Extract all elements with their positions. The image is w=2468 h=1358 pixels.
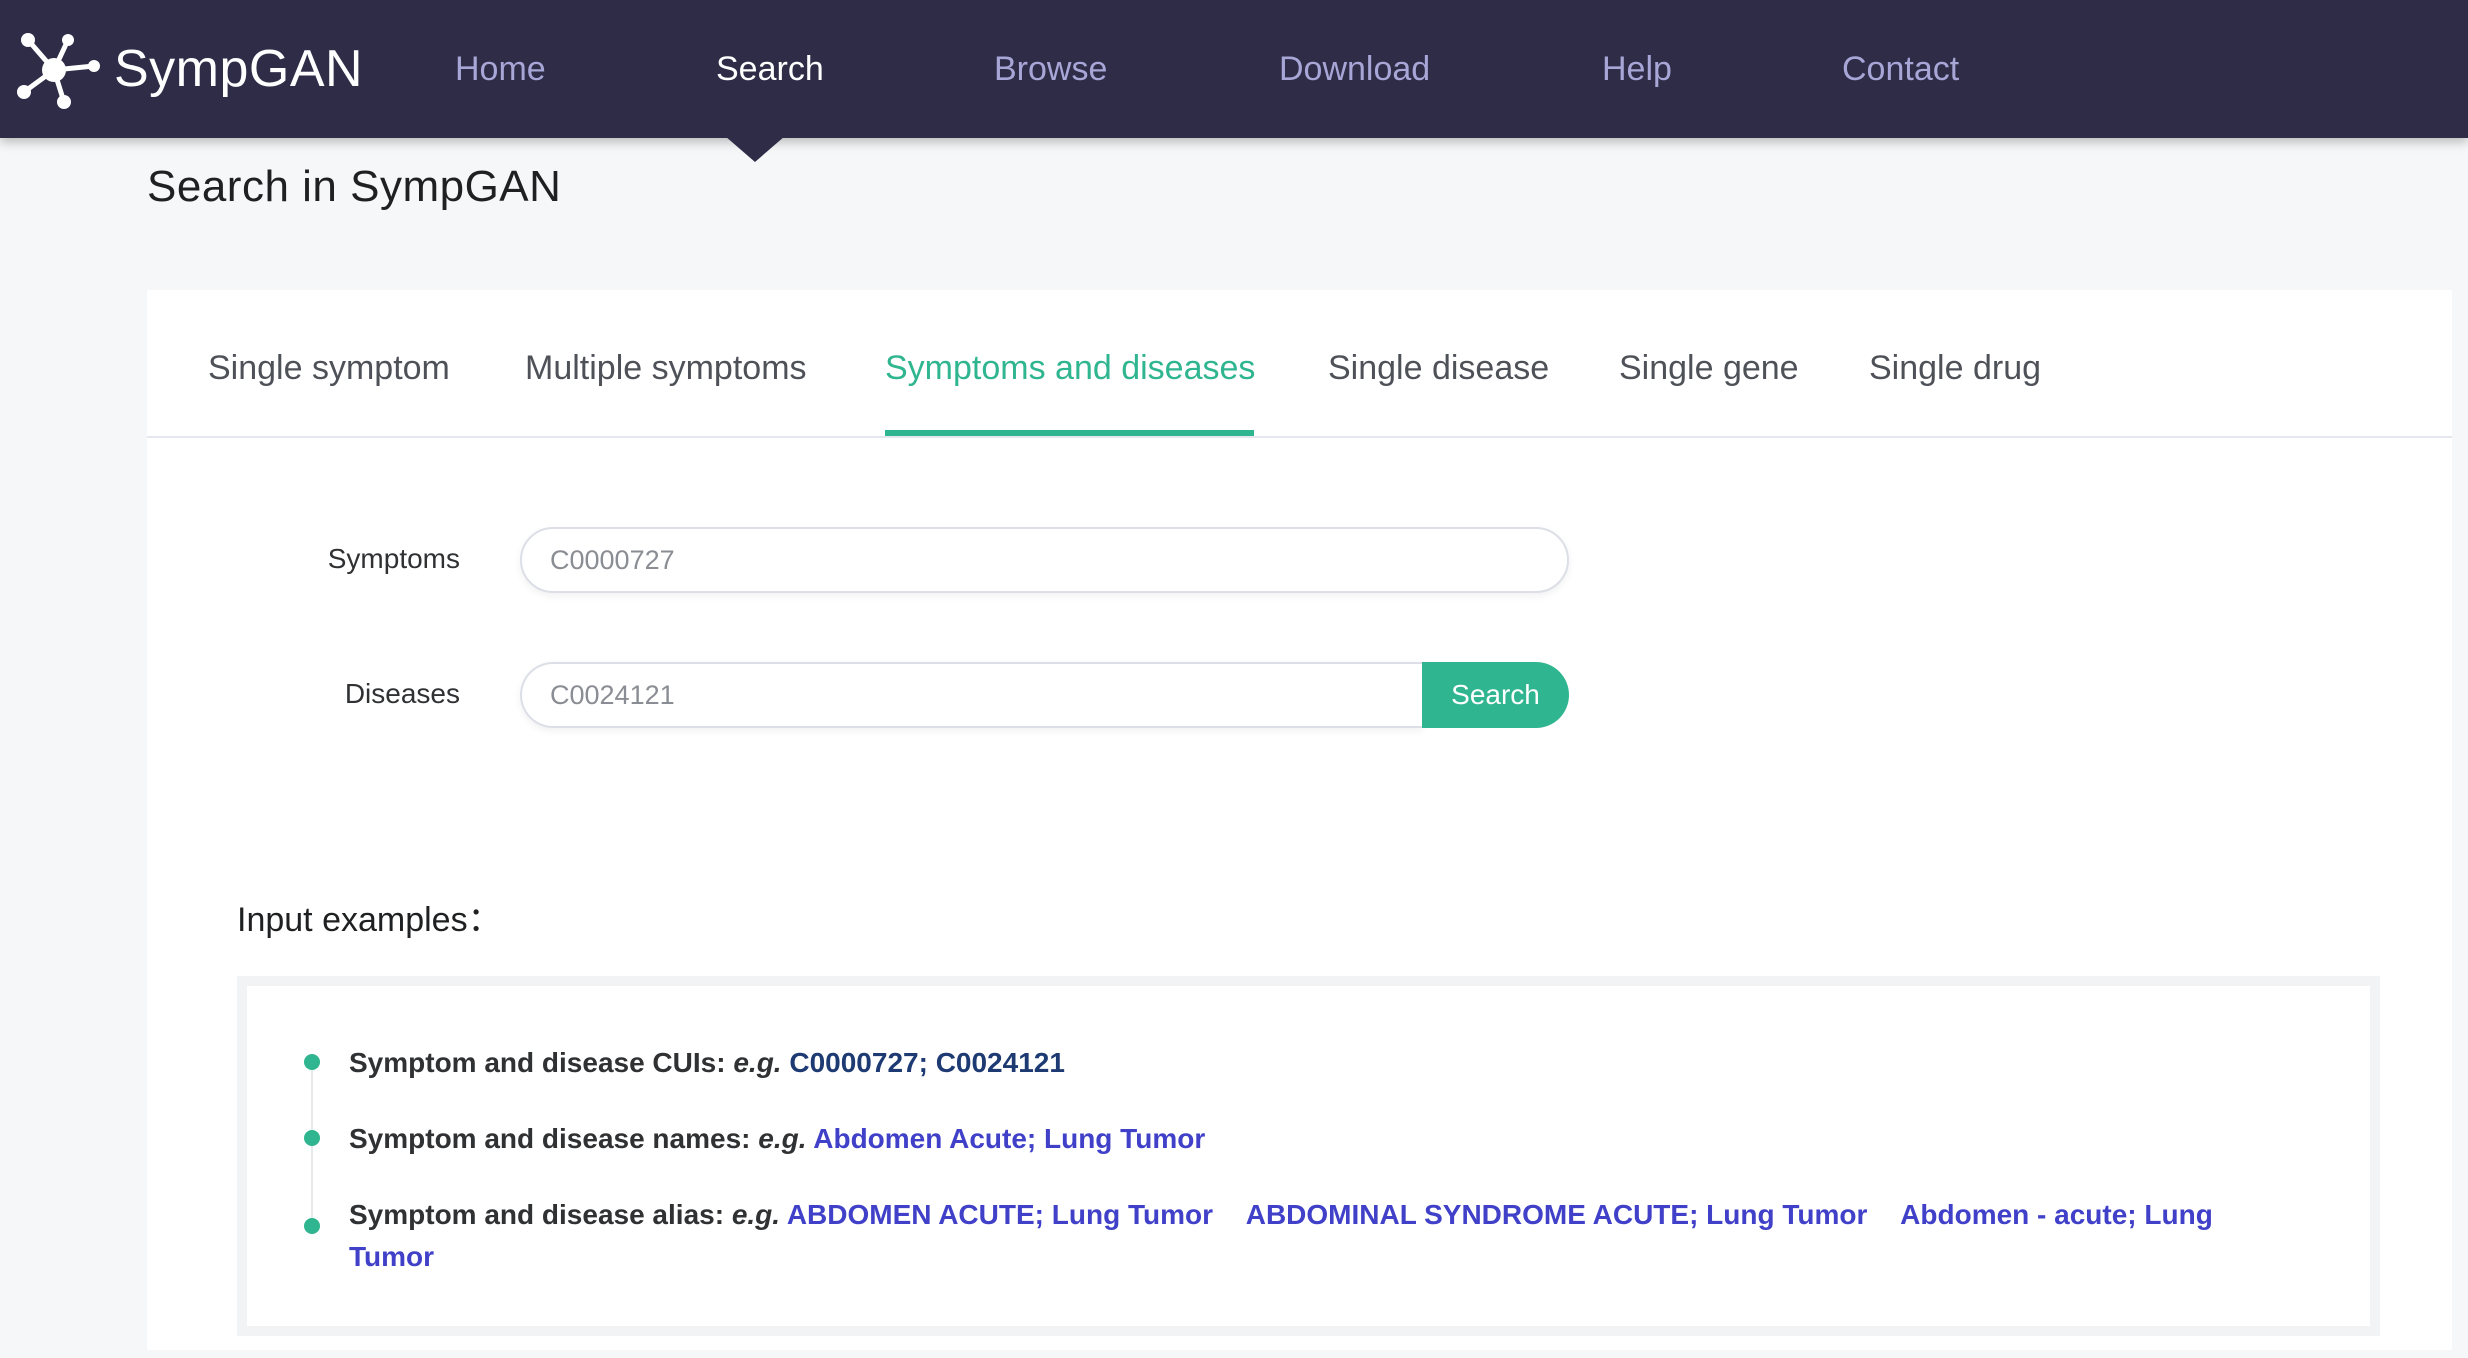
timeline-dot (304, 1130, 320, 1146)
examples-heading: Input examples： (237, 901, 502, 939)
examples-box: Symptom and disease CUIs: e.g. C0000727;… (237, 976, 2380, 1336)
nav-home[interactable]: Home (455, 0, 546, 138)
example-row-alias: Symptom and disease alias: e.g. ABDOMEN … (349, 1194, 2229, 1278)
tab-single-disease[interactable]: Single disease (1328, 290, 1549, 436)
nav-help[interactable]: Help (1602, 0, 1672, 138)
example-label: Symptom and disease names: (349, 1123, 751, 1154)
eg-text: e.g. (733, 1047, 782, 1078)
tab-symptoms-and-diseases[interactable]: Symptoms and diseases (885, 290, 1255, 436)
tab-single-symptom[interactable]: Single symptom (208, 290, 450, 436)
nav-search[interactable]: Search (716, 0, 824, 138)
example-row-cuis: Symptom and disease CUIs: e.g. C0000727;… (349, 1042, 2229, 1084)
nav-download[interactable]: Download (1279, 0, 1430, 138)
example-link-alias-2[interactable]: ABDOMINAL SYNDROME ACUTE; Lung Tumor (1246, 1199, 1868, 1230)
active-nav-pointer (725, 136, 785, 162)
eg-text: e.g. (731, 1199, 781, 1230)
eg-text: e.g. (758, 1123, 807, 1154)
tab-single-drug[interactable]: Single drug (1869, 290, 2041, 436)
network-nodes-icon (17, 33, 100, 109)
example-link-alias-1[interactable]: ABDOMEN ACUTE; Lung Tumor (787, 1199, 1213, 1230)
example-row-names: Symptom and disease names: e.g. Abdomen … (349, 1118, 2229, 1160)
top-navbar: SympGAN Home Search Browse Download Help… (0, 0, 2468, 138)
timeline-dot (304, 1218, 320, 1234)
brand[interactable]: SympGAN (14, 24, 363, 114)
diseases-label: Diseases (344, 678, 460, 709)
example-link-cuis[interactable]: C0000727; C0024121 (789, 1047, 1065, 1078)
example-label: Symptom and disease CUIs: (349, 1047, 726, 1078)
diseases-input[interactable]: C0024121 (520, 662, 1422, 728)
nav-contact[interactable]: Contact (1842, 0, 1959, 138)
nav-browse[interactable]: Browse (994, 0, 1107, 138)
search-tabs: Single symptom Multiple symptoms Symptom… (147, 290, 2452, 438)
example-link-names[interactable]: Abdomen Acute; Lung Tumor (813, 1123, 1205, 1154)
symptoms-input[interactable]: C0000727 (520, 527, 1569, 593)
tab-multiple-symptoms[interactable]: Multiple symptoms (525, 290, 807, 436)
active-tab-underline (885, 430, 1254, 436)
timeline-line (311, 1062, 313, 1232)
page-title: Search in SympGAN (147, 162, 562, 211)
timeline-dot (304, 1054, 320, 1070)
example-label: Symptom and disease alias: (349, 1199, 725, 1230)
tab-single-gene[interactable]: Single gene (1619, 290, 1799, 436)
search-button[interactable]: Search (1422, 662, 1569, 728)
brand-name: SympGAN (114, 40, 364, 98)
search-card: Single symptom Multiple symptoms Symptom… (147, 290, 2452, 1350)
symptoms-label: Symptoms (327, 543, 460, 574)
